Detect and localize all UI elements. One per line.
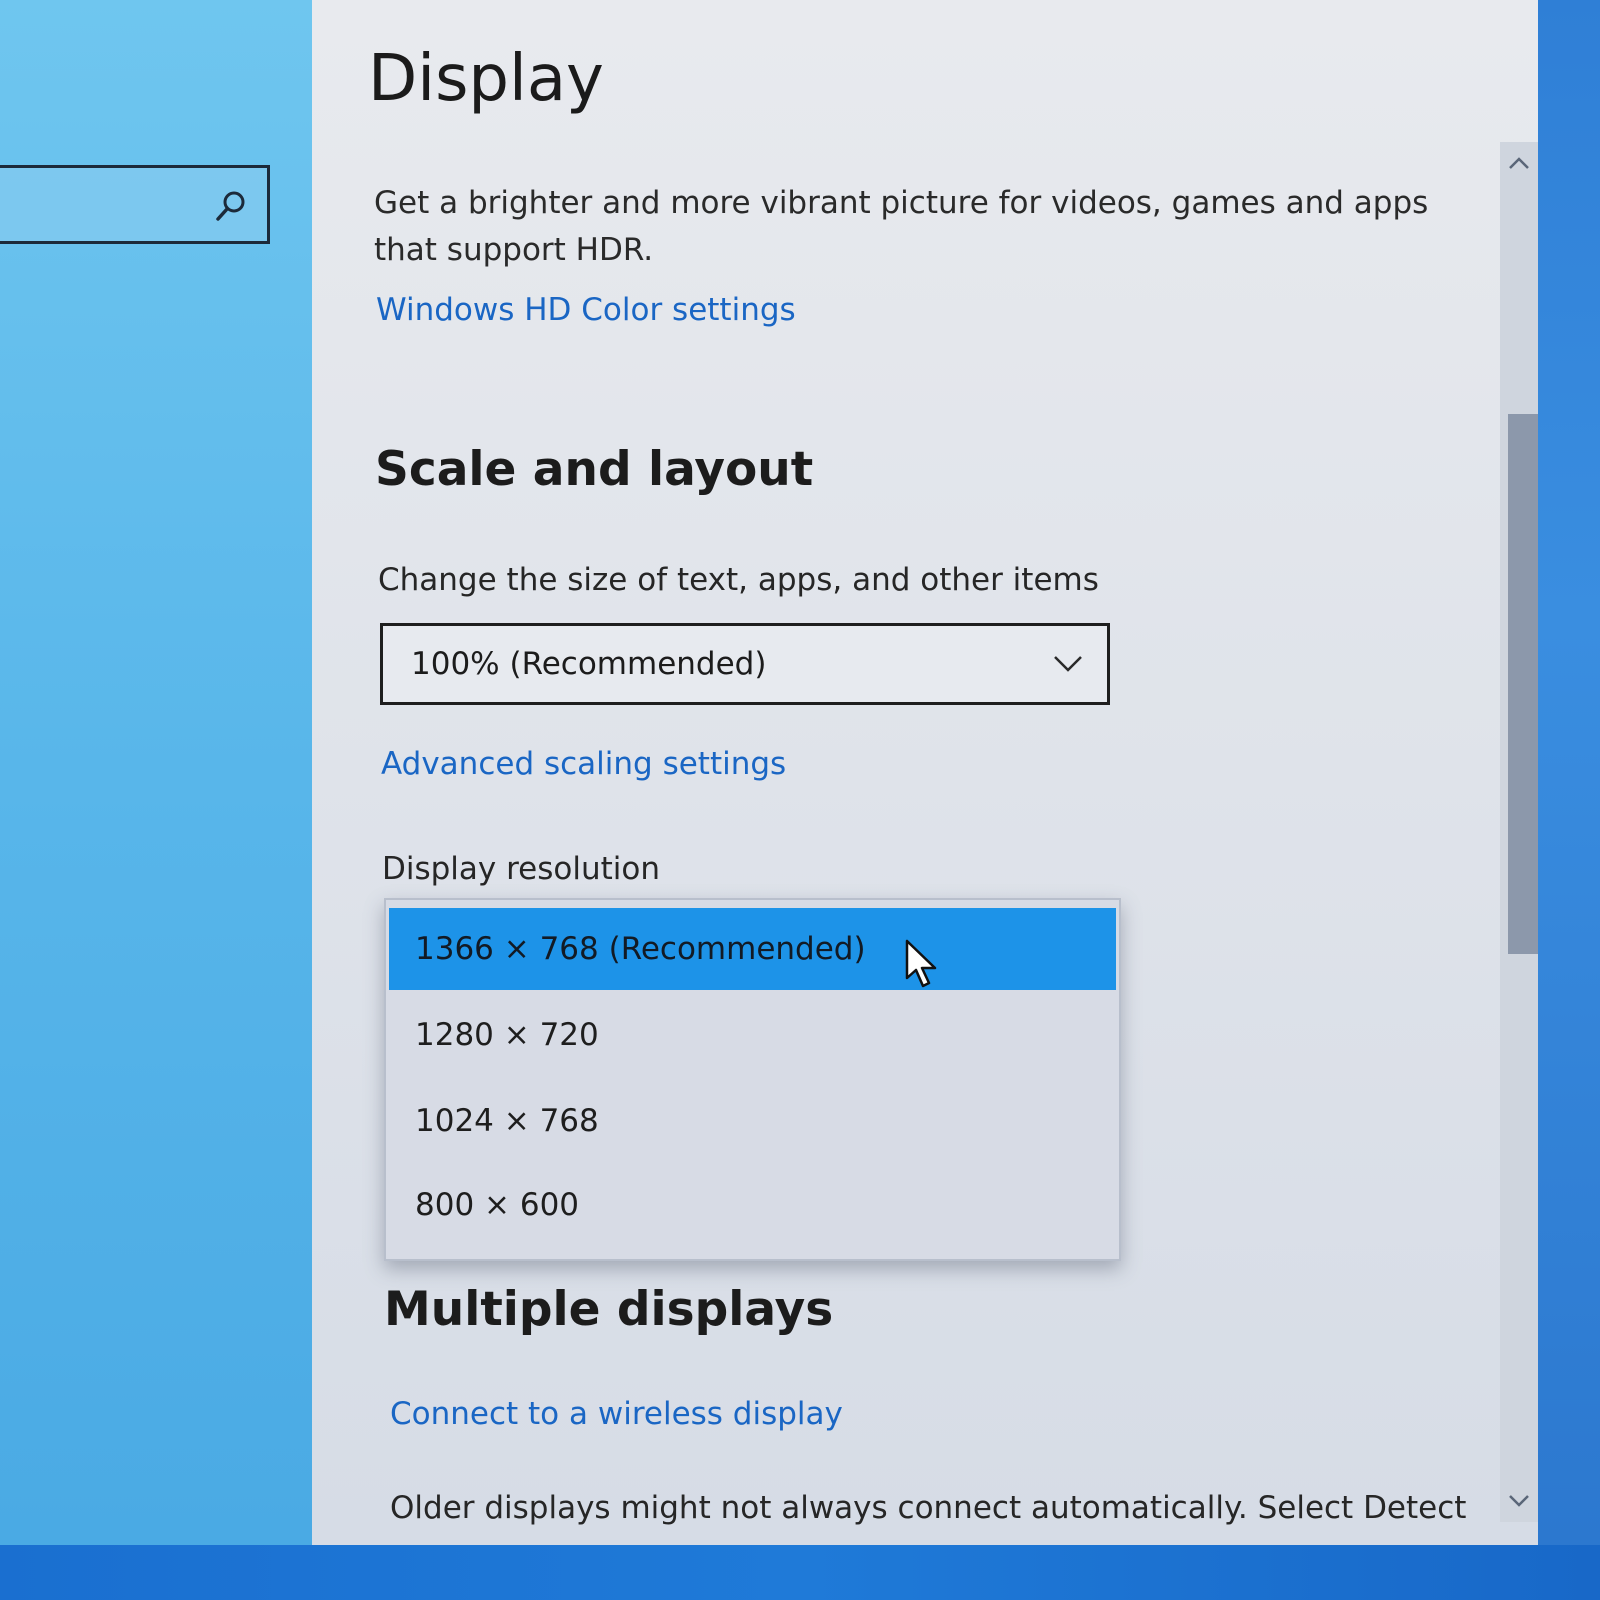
- hdr-description: Get a brighter and more vibrant picture …: [374, 185, 1429, 268]
- connect-wireless-display-link[interactable]: Connect to a wireless display: [390, 1396, 843, 1432]
- resolution-option[interactable]: 800 × 600: [389, 1164, 1116, 1246]
- page-title: Display: [368, 42, 604, 116]
- search-icon[interactable]: [213, 188, 249, 224]
- size-label: Change the size of text, apps, and other…: [378, 562, 1099, 598]
- vertical-scrollbar[interactable]: [1500, 142, 1538, 1522]
- scale-dropdown-value: 100% (Recommended): [411, 646, 767, 682]
- resolution-option[interactable]: 1280 × 720: [389, 994, 1116, 1076]
- windows-hd-color-settings-link[interactable]: Windows HD Color settings: [376, 292, 796, 328]
- desktop-background: [1538, 0, 1600, 1545]
- scale-dropdown[interactable]: 100% (Recommended): [380, 623, 1110, 705]
- display-resolution-label: Display resolution: [382, 851, 661, 887]
- taskbar: [0, 1545, 1600, 1600]
- older-displays-note: Older displays might not always connect …: [390, 1490, 1467, 1526]
- resolution-option[interactable]: 1024 × 768: [389, 1080, 1116, 1162]
- mouse-pointer-icon: [905, 939, 937, 988]
- scroll-up-icon[interactable]: [1504, 148, 1534, 178]
- resolution-option-selected[interactable]: 1366 × 768 (Recommended): [389, 908, 1116, 990]
- scale-and-layout-heading: Scale and layout: [375, 442, 814, 497]
- scroll-thumb[interactable]: [1508, 414, 1538, 954]
- settings-sidebar: [0, 0, 312, 1545]
- chevron-down-icon: [1054, 656, 1082, 672]
- advanced-scaling-settings-link[interactable]: Advanced scaling settings: [381, 746, 786, 782]
- search-input[interactable]: [0, 165, 270, 244]
- multiple-displays-heading: Multiple displays: [384, 1282, 834, 1337]
- resolution-dropdown-list[interactable]: 1366 × 768 (Recommended) 1280 × 720 1024…: [384, 898, 1121, 1261]
